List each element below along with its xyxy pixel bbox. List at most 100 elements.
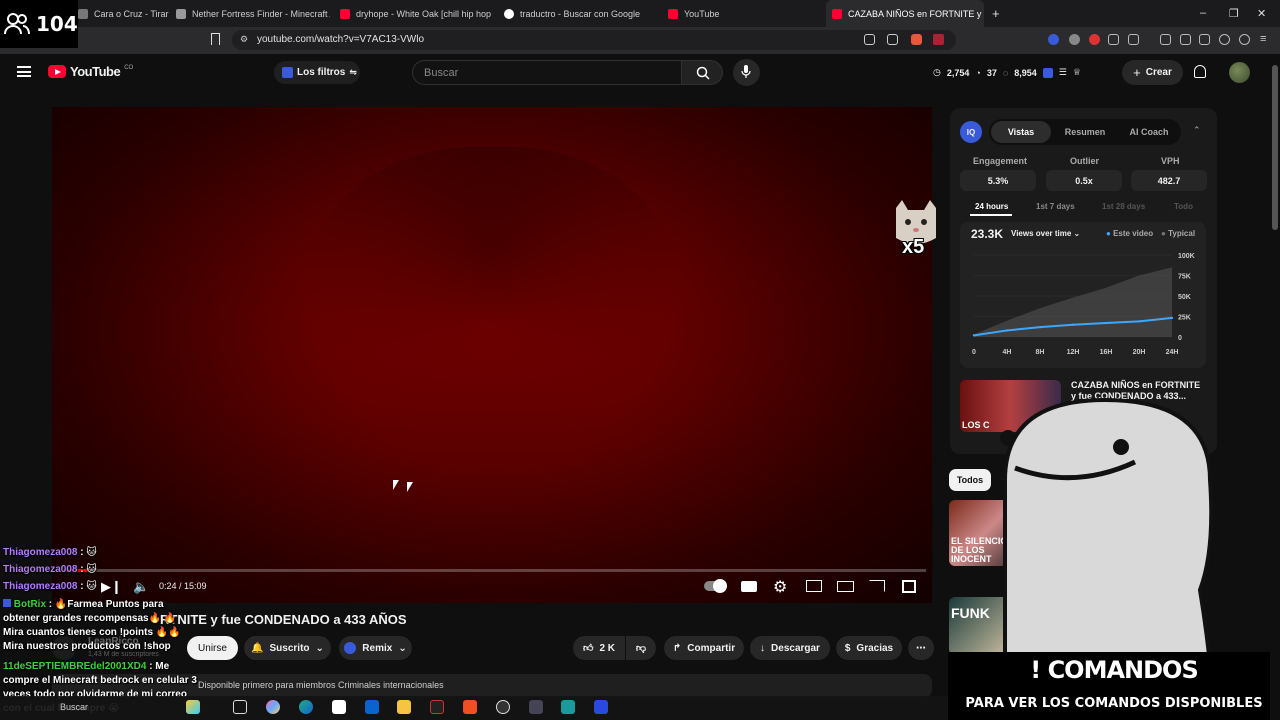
extension-1-icon[interactable] [1048,34,1059,45]
miniplayer-icon[interactable] [806,580,822,592]
volume-icon[interactable]: 🔈 [133,579,149,595]
new-tab-button[interactable]: + [992,6,1000,21]
leo-ai-icon[interactable] [1219,34,1230,45]
youtube-logo[interactable]: YouTube CO [48,64,133,79]
filters-button[interactable]: Los filtros ⇋ [274,61,360,84]
youtube-favicon [668,8,678,19]
menu-icon[interactable]: ≡ [1260,33,1266,45]
theater-mode-icon[interactable] [837,581,854,592]
range-28d[interactable]: 1st 28 days [1102,202,1145,211]
series-este-point [972,334,976,337]
share-button[interactable]: ↱ Compartir [664,636,744,660]
explorer-icon[interactable] [397,700,411,714]
close-window-button[interactable]: ✕ [1257,7,1266,20]
taskbar-search-label[interactable]: Buscar [60,702,88,712]
hamburger-menu-icon[interactable] [17,66,31,77]
url-text[interactable]: youtube.com/watch?v=V7AC13-VWlo [257,34,424,45]
remix-button[interactable]: Remix ⌄ [339,636,412,660]
sidebar-icon[interactable] [1180,34,1191,45]
views-dropdown[interactable]: Views over time ⌄ [1011,229,1080,238]
store-icon[interactable] [332,700,346,714]
cast-icon[interactable] [869,580,885,592]
capcut-icon[interactable] [561,700,575,714]
header-stats: ◷ 2,754 ◔ 37 ◌ 8,954 ☰ ♕ [933,67,1081,78]
collapse-chevron-icon[interactable]: ⌃ [1193,125,1201,136]
calculator-icon[interactable] [529,700,543,714]
create-button[interactable]: + Crear [1122,60,1183,85]
video-player[interactable] [52,107,932,603]
range-all[interactable]: Todo [1174,202,1193,211]
copilot-icon[interactable] [186,700,200,714]
range-24h[interactable]: 24 hours [975,202,1008,211]
tab-2[interactable]: Nether Fortress Finder - Minecraft Ap [170,0,330,27]
scrollbar-thumb[interactable] [1272,65,1278,230]
tab-3[interactable]: dryhope - White Oak [chill hip hop b [334,0,494,27]
thanks-button[interactable]: $ Gracias [836,636,902,660]
join-button[interactable]: Unirse [187,636,238,660]
voice-search-button[interactable] [733,59,760,86]
mouse-cursor-icon [407,482,413,492]
obs-icon[interactable] [496,700,510,714]
search-button[interactable] [681,60,723,85]
dislike-button[interactable]: 👎︎ [626,636,656,660]
fullscreen-icon[interactable] [902,580,916,593]
tab-ai-coach[interactable]: AI Coach [1119,121,1179,143]
tab-4[interactable]: traductro - Buscar con Google [498,0,658,27]
list-icon[interactable]: ☰ [1059,67,1067,78]
app2-icon[interactable] [594,700,608,714]
brave-icon[interactable] [463,700,477,714]
copilot-app-icon[interactable] [266,700,280,714]
notifications-bell-icon[interactable] [1194,65,1206,78]
minimize-button[interactable]: – [1200,7,1206,19]
extension-5-icon[interactable] [1128,34,1139,45]
tab-5[interactable]: YouTube [662,0,822,27]
install-icon[interactable] [864,34,875,45]
legend-typical: ● Typical [1161,229,1196,238]
commands-subtitle: PARA VER LOS COMANDOS DISPONIBLES [965,696,1263,711]
next-icon[interactable]: ▶❙ [101,579,122,595]
more-actions-button[interactable]: ⋯ [908,636,934,660]
like-button[interactable]: 👍︎ 2 K [573,636,625,660]
task-view-icon[interactable] [233,700,247,714]
thumb-icon: ◔ [975,67,981,78]
x-tick-label: 20H [1133,349,1146,356]
extension-2-icon[interactable] [1069,34,1080,45]
maximize-button[interactable]: ❐ [1229,7,1239,20]
vpn-icon[interactable] [1239,34,1250,45]
ghost-eye-right [1113,439,1129,455]
tab-vistas[interactable]: Vistas [991,121,1051,143]
share-icon[interactable] [887,34,898,45]
y-tick-label: 75K [1178,274,1191,281]
brave-rewards-icon[interactable] [933,34,944,45]
tab-resumen[interactable]: Resumen [1055,121,1115,143]
brave-shield-icon[interactable] [911,34,922,45]
tab-1[interactable]: Cara o Cruz - Tirar una [70,0,170,27]
search-input[interactable]: Buscar [412,60,682,85]
range-7d[interactable]: 1st 7 days [1036,202,1075,211]
avatar[interactable] [1229,62,1250,83]
progress-bar[interactable] [64,569,926,572]
y-tick-label: 0 [1178,335,1182,342]
extension-3-icon[interactable] [1089,34,1100,45]
autoplay-toggle[interactable] [704,579,727,593]
edge-icon[interactable] [299,700,313,714]
chat-message: Thiagomeza008 : 🐱 [3,547,97,558]
youtube-favicon [340,8,350,19]
chat-message: Thiagomeza008 : 🐱 [3,581,97,592]
wallet-icon[interactable] [1199,34,1210,45]
tab-active[interactable]: CAZABA NIÑOS en FORTNITE y f✕ [826,0,984,27]
viewer-count-overlay: 104 [0,0,78,48]
download-button[interactable]: ↓ Descargar [750,636,830,660]
site-info-icon[interactable]: ⚙ [240,34,248,45]
app-icon[interactable] [430,700,444,714]
music-icon[interactable] [1160,34,1171,45]
trophy-icon[interactable]: ♕ [1073,67,1081,78]
bookmark-icon[interactable] [211,33,220,45]
extension-4-icon[interactable] [1108,34,1119,45]
download-icon: ↓ [760,642,766,654]
x-tick-label: 24H [1166,349,1179,356]
outlook-icon[interactable] [365,700,379,714]
subtitles-icon[interactable] [741,581,757,592]
subscribed-button[interactable]: 🔔 Suscrito ⌄ [244,636,331,660]
settings-gear-icon[interactable]: ⚙ [773,577,787,597]
